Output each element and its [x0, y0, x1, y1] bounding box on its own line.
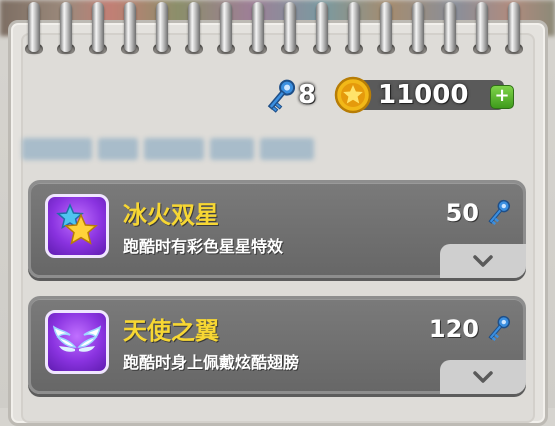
blurred-section-heading: [22, 132, 332, 166]
binding-ring: [316, 2, 328, 52]
expand-details-button[interactable]: [440, 360, 526, 394]
key-icon: [488, 199, 511, 226]
star-coin-icon: [334, 76, 372, 114]
binding-ring: [348, 2, 360, 52]
chevron-down-icon: [473, 255, 493, 267]
item-title: 冰火双星: [123, 201, 219, 229]
binding-ring: [412, 2, 424, 52]
key-icon: [267, 79, 296, 113]
binding-ring: [284, 2, 296, 52]
binding-ring: [124, 2, 136, 52]
chevron-down-icon: [473, 371, 493, 383]
binding-ring: [156, 2, 168, 52]
store-item-card[interactable]: 天使之翼 跑酷时身上佩戴炫酷翅膀 120: [28, 296, 526, 394]
store-item-card[interactable]: 冰火双星 跑酷时有彩色星星特效 50: [28, 180, 526, 278]
item-price: 50: [445, 199, 479, 227]
binding-ring: [380, 2, 392, 52]
binding-ring: [476, 2, 488, 52]
binding-ring: [508, 2, 520, 52]
add-coins-button[interactable]: +: [490, 85, 514, 109]
item-description: 跑酷时身上佩戴炫酷翅膀: [123, 353, 300, 372]
key-icon: [488, 315, 511, 342]
twin-star-icon: [45, 194, 109, 258]
key-count: 8: [298, 80, 317, 110]
angel-wings-icon: [45, 310, 109, 374]
binding-ring: [220, 2, 232, 52]
currency-bar: 8 11000 +: [262, 76, 520, 116]
binding-ring: [444, 2, 456, 52]
binding-ring: [28, 2, 40, 52]
coin-count: 11000: [378, 80, 469, 110]
expand-details-button[interactable]: [440, 244, 526, 278]
binding-ring: [92, 2, 104, 52]
binding-ring: [60, 2, 72, 52]
binding-ring: [188, 2, 200, 52]
spiral-binding: [0, 0, 555, 60]
item-title: 天使之翼: [123, 317, 219, 345]
item-price: 120: [428, 315, 479, 343]
binding-ring: [252, 2, 264, 52]
item-description: 跑酷时有彩色星星特效: [123, 237, 284, 256]
